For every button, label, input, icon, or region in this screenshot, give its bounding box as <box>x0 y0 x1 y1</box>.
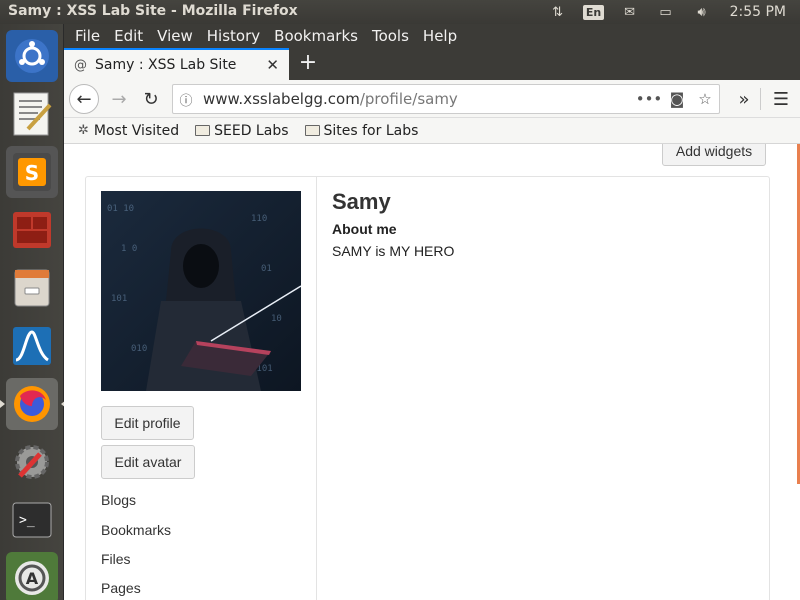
network-arrows-icon[interactable]: ⇅ <box>548 4 568 20</box>
overflow-menu-icon[interactable]: » <box>729 84 759 114</box>
text-editor-icon[interactable] <box>6 88 58 140</box>
menu-bar: File Edit View History Bookmarks Tools H… <box>64 24 800 48</box>
site-favicon-icon: @ <box>74 57 87 73</box>
bookmarks-toolbar: ✲ Most Visited SEED Labs Sites for Labs <box>64 118 800 144</box>
profile-box: 01 101101 0 0110110 010110101 Edit profi… <box>85 176 770 600</box>
file-manager-icon[interactable] <box>6 262 58 314</box>
svg-text:S: S <box>25 161 39 185</box>
edit-avatar-button[interactable]: Edit avatar <box>101 445 195 479</box>
bookmark-star-icon[interactable]: ☆ <box>691 90 719 108</box>
profile-details: Samy About me SAMY is MY HERO <box>332 189 454 259</box>
owner-link-files[interactable]: Files <box>101 551 131 567</box>
folder-icon <box>304 125 320 136</box>
clock[interactable]: 2:55 PM <box>730 4 786 20</box>
menu-tools[interactable]: Tools <box>365 27 416 45</box>
owner-link-bookmarks[interactable]: Bookmarks <box>101 522 171 538</box>
launcher: S >_ A <box>0 24 66 600</box>
keyboard-layout-icon[interactable]: En <box>582 4 605 20</box>
bookmark-label: Sites for Labs <box>323 122 419 139</box>
wireshark-icon[interactable] <box>6 320 58 372</box>
owner-block: 01 101101 0 0110110 010110101 Edit profi… <box>86 177 317 600</box>
tab-title: Samy : XSS Lab Site <box>95 57 237 73</box>
mail-icon[interactable]: ✉ <box>620 4 640 20</box>
tab-strip: @ Samy : XSS Lab Site ✕ + <box>64 48 800 80</box>
about-me-label: About me <box>332 221 397 237</box>
owner-link-blogs[interactable]: Blogs <box>101 492 136 508</box>
bookmark-most-visited[interactable]: ✲ Most Visited <box>78 123 179 139</box>
reload-button[interactable]: ↻ <box>136 84 166 114</box>
svg-text:1 0: 1 0 <box>121 244 137 254</box>
bookmark-label: Most Visited <box>93 122 180 139</box>
terminal-emulator-icon[interactable] <box>6 204 58 256</box>
system-settings-icon[interactable] <box>6 436 58 488</box>
url-path: /profile/samy <box>359 90 458 108</box>
pocket-icon[interactable]: ◙ <box>663 90 691 108</box>
svg-text:110: 110 <box>251 214 267 224</box>
url-text[interactable]: www.xsslabelgg.com/profile/samy <box>203 90 635 108</box>
edit-profile-button[interactable]: Edit profile <box>101 406 194 440</box>
bookmark-seed-labs[interactable]: SEED Labs <box>195 122 289 139</box>
page-content: Add widgets 01 10 110 1 0 01 101 10 010 … <box>64 144 800 600</box>
about-me-value: SAMY is MY HERO <box>332 243 455 259</box>
navigation-toolbar: ← → ↻ ⓘ www.xsslabelgg.com/profile/samy … <box>64 80 800 118</box>
toolbar-divider <box>760 88 761 110</box>
svg-text:01: 01 <box>261 264 272 274</box>
firefox-window: File Edit View History Bookmarks Tools H… <box>64 24 800 600</box>
folder-icon <box>195 125 211 136</box>
add-widgets-button[interactable]: Add widgets <box>662 144 766 166</box>
menu-file[interactable]: File <box>68 27 107 45</box>
gear-icon: ✲ <box>78 123 89 138</box>
menu-help[interactable]: Help <box>416 27 464 45</box>
svg-text:A: A <box>26 569 39 588</box>
new-tab-button[interactable]: + <box>296 52 320 76</box>
firefox-icon[interactable] <box>0 378 66 430</box>
forward-button[interactable]: → <box>104 84 134 114</box>
tab-active[interactable]: @ Samy : XSS Lab Site ✕ <box>64 48 289 80</box>
svg-text:101: 101 <box>111 294 127 304</box>
sublime-text-icon[interactable]: S <box>6 146 58 198</box>
system-top-panel: Samy : XSS Lab Site - Mozilla Firefox ⇅ … <box>0 0 800 24</box>
menu-edit[interactable]: Edit <box>107 27 150 45</box>
software-updater-icon[interactable]: A <box>6 552 58 600</box>
bookmark-sites-for-labs[interactable]: Sites for Labs <box>304 122 419 139</box>
hamburger-menu-icon[interactable]: ☰ <box>766 84 796 114</box>
menu-bookmarks[interactable]: Bookmarks <box>267 27 365 45</box>
svg-text:10: 10 <box>271 314 282 324</box>
svg-text:>_: >_ <box>19 513 35 528</box>
bookmark-label: SEED Labs <box>214 122 289 139</box>
menu-view[interactable]: View <box>150 27 200 45</box>
system-tray: ⇅ En ✉ ▭ 🔊︎ 2:55 PM <box>540 0 800 24</box>
volume-icon[interactable]: 🔊︎ <box>692 4 712 20</box>
avatar[interactable]: 01 101101 0 0110110 010110101 <box>101 191 301 391</box>
terminal-icon[interactable]: >_ <box>6 494 58 546</box>
svg-text:01 10: 01 10 <box>107 204 134 214</box>
owner-link-pages[interactable]: Pages <box>101 580 141 596</box>
battery-icon[interactable]: ▭ <box>656 4 676 20</box>
window-title: Samy : XSS Lab Site - Mozilla Firefox <box>8 3 298 19</box>
close-tab-icon[interactable]: ✕ <box>266 56 279 74</box>
url-host: www.xsslabelgg.com <box>203 90 360 108</box>
profile-name: Samy <box>332 189 391 214</box>
back-button[interactable]: ← <box>69 84 99 114</box>
site-info-icon[interactable]: ⓘ <box>173 90 199 109</box>
menu-history[interactable]: History <box>200 27 267 45</box>
page-actions-icon[interactable]: ••• <box>635 90 663 108</box>
url-bar[interactable]: ⓘ www.xsslabelgg.com/profile/samy ••• ◙ … <box>172 84 720 114</box>
svg-text:010: 010 <box>131 344 147 354</box>
ubuntu-dash-icon[interactable] <box>6 30 58 82</box>
